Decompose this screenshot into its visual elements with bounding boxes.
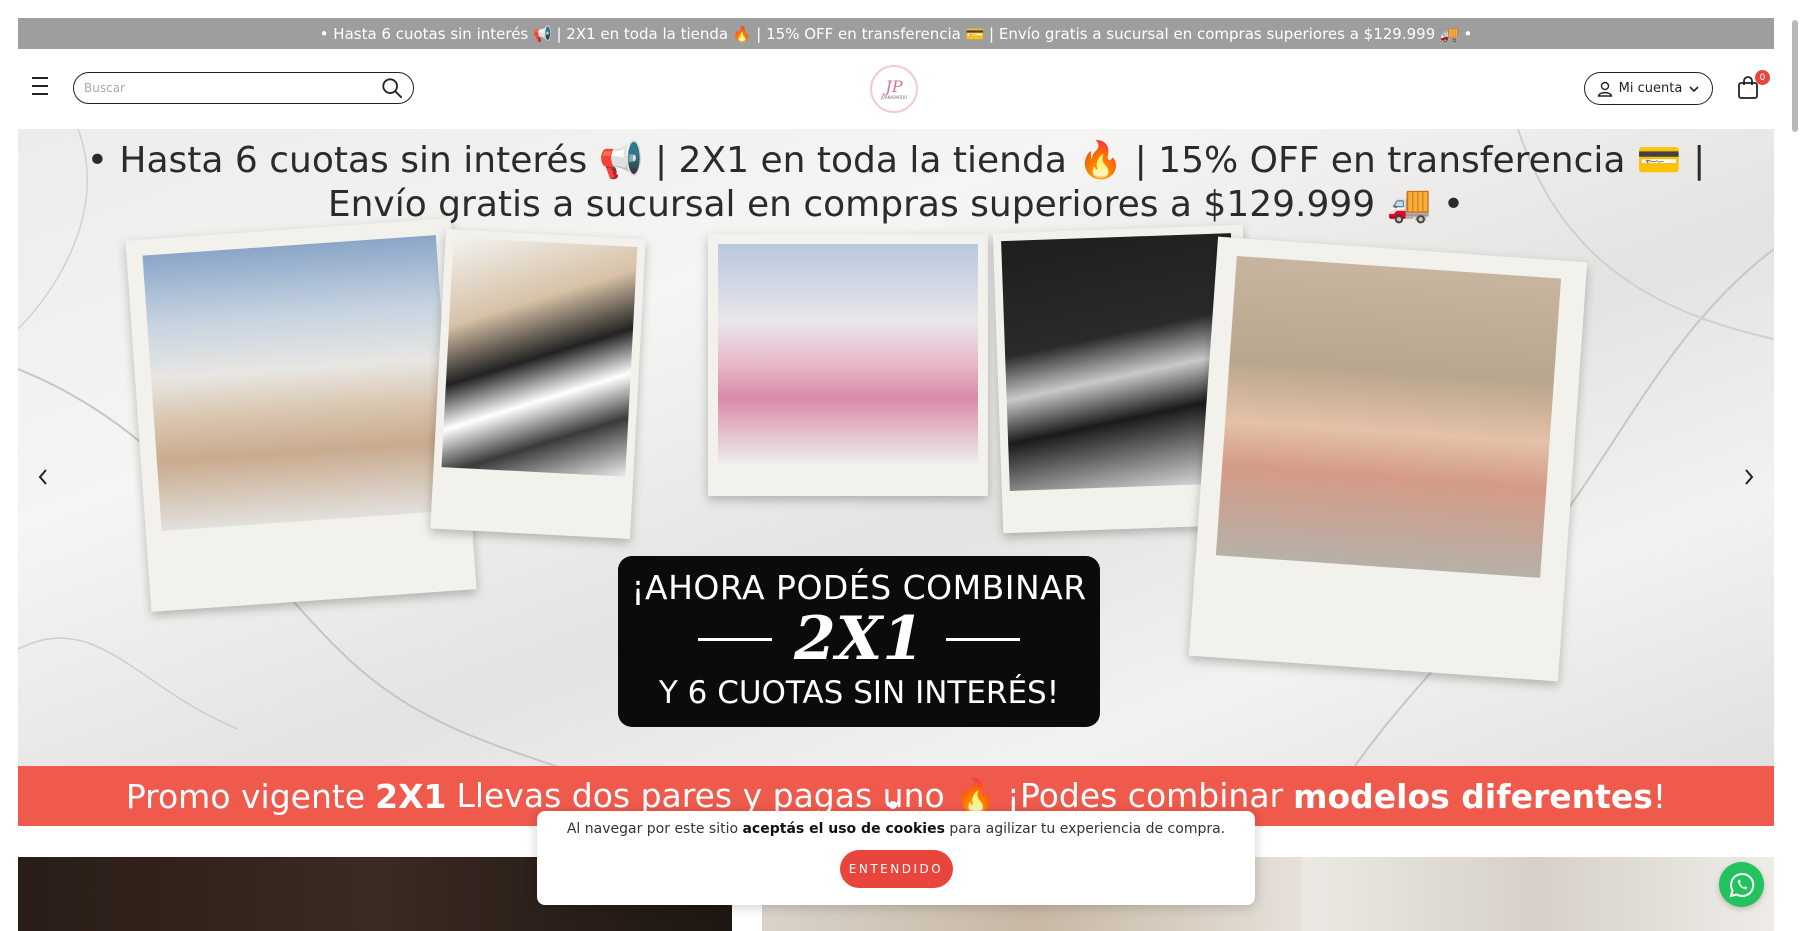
site-header: JP JUANAPARDO Mi cuenta 0 bbox=[18, 49, 1774, 129]
cookie-text-before: Al navegar por este sitio bbox=[566, 821, 739, 837]
cart-count-badge: 0 bbox=[1755, 70, 1770, 85]
cookie-text-after: para agilizar tu experiencia de compra. bbox=[949, 821, 1226, 837]
whatsapp-button[interactable] bbox=[1719, 862, 1764, 907]
slider-dots bbox=[889, 801, 897, 809]
promo-box: ¡AHORA PODÉS COMBINAR 2X1 Y 6 CUOTAS SIN… bbox=[618, 556, 1100, 727]
cookie-banner: Al navegar por este sitio aceptás el uso… bbox=[537, 811, 1255, 905]
user-icon bbox=[1597, 81, 1612, 97]
promo-bar-text-e: ! bbox=[1652, 776, 1667, 816]
product-photo-sneakers-platform bbox=[441, 237, 638, 477]
promo-dash-right bbox=[946, 637, 1021, 641]
hero-headline-line1: • Hasta 6 cuotas sin interés 📢 | 2X1 en … bbox=[86, 140, 1706, 181]
promo-2x1: 2X1 bbox=[793, 604, 925, 674]
logo-monogram: JP bbox=[885, 76, 903, 96]
category-tile-3[interactable] bbox=[1302, 857, 1774, 931]
chevron-right-icon bbox=[1745, 469, 1754, 485]
polaroid-photo-1 bbox=[125, 218, 477, 612]
polaroid-photo-2 bbox=[430, 228, 646, 540]
chevron-down-icon bbox=[1689, 85, 1699, 92]
promo-bar-text-b: 2X1 bbox=[375, 776, 447, 816]
promo-bar-text-a: Promo vigente bbox=[125, 776, 366, 816]
cookie-text-bold: aceptás el uso de cookies bbox=[742, 821, 945, 837]
announcement-bar: • Hasta 6 cuotas sin interés 📢 | 2X1 en … bbox=[18, 18, 1774, 49]
promo-dash-left bbox=[697, 637, 772, 641]
cookie-text: Al navegar por este sitio aceptás el uso… bbox=[537, 821, 1255, 837]
product-photo-sandals bbox=[1215, 255, 1562, 578]
search-input[interactable] bbox=[84, 81, 381, 95]
account-label: Mi cuenta bbox=[1618, 81, 1683, 96]
slider-prev-button[interactable] bbox=[28, 462, 58, 492]
hamburger-menu-icon[interactable] bbox=[32, 77, 52, 95]
search-bar bbox=[73, 72, 414, 104]
search-icon[interactable] bbox=[381, 77, 403, 99]
promo-bar-text-d: modelos diferentes bbox=[1293, 776, 1653, 816]
promo-line3: Y 6 CUOTAS SIN INTERÉS! bbox=[658, 675, 1060, 711]
promo-line1: ¡AHORA PODÉS COMBINAR bbox=[631, 568, 1087, 607]
promo-line2: 2X1 bbox=[618, 607, 1100, 671]
product-photo-mules bbox=[142, 235, 456, 531]
hero-headline: • Hasta 6 cuotas sin interés 📢 | 2X1 en … bbox=[18, 139, 1774, 227]
hero-headline-line2: Envío gratis a sucursal en compras super… bbox=[327, 184, 1465, 225]
whatsapp-icon bbox=[1729, 872, 1754, 897]
promo-bar-text-c: Llevas dos pares y pagas uno 🔥 ¡Podes co… bbox=[456, 776, 1284, 815]
slider-next-button[interactable] bbox=[1734, 462, 1764, 492]
logo-subtitle: JUANAPARDO bbox=[880, 94, 908, 100]
polaroid-photo-5 bbox=[1188, 236, 1588, 682]
product-photo-pink-boots bbox=[718, 244, 978, 464]
polaroid-photo-3 bbox=[708, 234, 988, 496]
page-scrollbar[interactable] bbox=[1792, 20, 1798, 132]
page: • Hasta 6 cuotas sin interés 📢 | 2X1 en … bbox=[0, 0, 1801, 931]
cart-button[interactable]: 0 bbox=[1736, 70, 1770, 103]
account-button[interactable]: Mi cuenta bbox=[1584, 72, 1713, 105]
chevron-left-icon bbox=[38, 469, 47, 485]
cookie-accept-button[interactable]: ENTENDIDO bbox=[839, 850, 953, 888]
hero-slider[interactable]: • Hasta 6 cuotas sin interés 📢 | 2X1 en … bbox=[18, 129, 1774, 826]
store-logo[interactable]: JP JUANAPARDO bbox=[870, 65, 918, 113]
slider-dot[interactable] bbox=[889, 801, 897, 809]
